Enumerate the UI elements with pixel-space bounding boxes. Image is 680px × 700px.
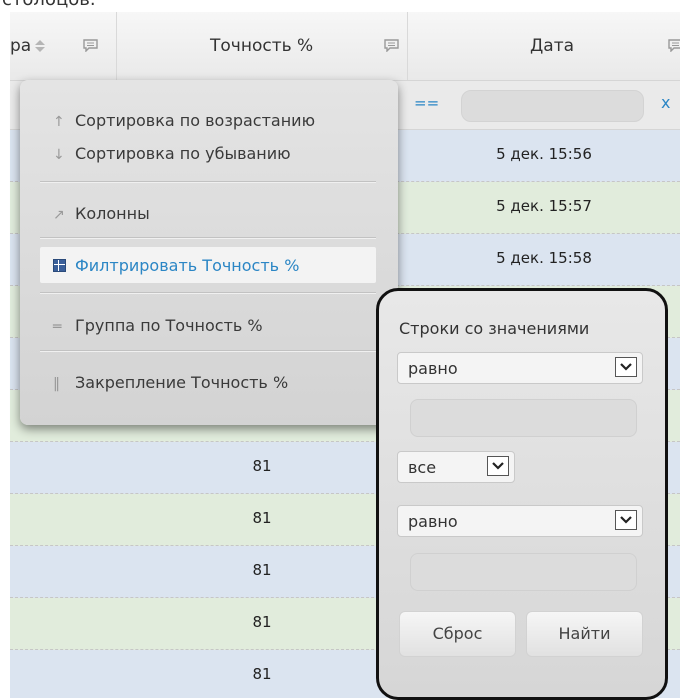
date-cell: 5 дек. 15:58 [496, 249, 592, 267]
column-header-accuracy[interactable]: Точность % [117, 12, 408, 80]
menu-item-sort-asc[interactable]: ↑ Сортировка по возрастанию [53, 111, 315, 130]
menu-separator [40, 292, 376, 294]
menu-item-label: Филтрировать Точность % [75, 256, 300, 275]
filter-operator[interactable]: == [414, 94, 439, 112]
grid-icon [53, 259, 66, 272]
arrow-down-icon: ↓ [53, 147, 65, 163]
column-header-label: ра [10, 36, 32, 56]
logic-select[interactable]: все [397, 451, 515, 483]
comment-icon[interactable] [668, 39, 680, 52]
arrow-up-icon: ↑ [53, 114, 65, 130]
chevron-down-icon[interactable] [487, 456, 509, 476]
comment-icon[interactable] [83, 39, 98, 52]
menu-separator [40, 350, 376, 352]
comment-icon[interactable] [384, 39, 399, 52]
date-filter-input[interactable] [461, 90, 644, 122]
chevron-down-icon[interactable] [615, 510, 637, 530]
pin-bars-icon: ‖ [53, 376, 60, 392]
filter-value-input-1[interactable] [410, 399, 637, 437]
date-cell: 5 дек. 15:56 [496, 145, 592, 163]
date-cell: 5 дек. 15:57 [496, 197, 592, 215]
accuracy-cell: 81 [252, 561, 272, 579]
column-header-label: Точность % [210, 36, 314, 56]
accuracy-cell: 81 [252, 665, 272, 683]
sort-icon[interactable] [34, 39, 46, 53]
column-header[interactable]: ра [10, 12, 117, 80]
select-value: равно [408, 512, 458, 531]
top-caption: столбцов. [0, 0, 202, 10]
menu-item-label: Сортировка по возрастанию [75, 111, 316, 130]
menu-item-group[interactable]: ═ Группа по Точность % [53, 316, 263, 335]
accuracy-cell: 81 [252, 457, 272, 475]
menu-item-label: Группа по Точность % [75, 316, 263, 335]
menu-item-label: Сортировка по убыванию [75, 144, 291, 163]
filter-submenu: Строки со значениями равно все равно Сбр… [376, 288, 668, 700]
menu-separator [40, 181, 376, 183]
menu-item-columns[interactable]: ↗ Колонны [53, 204, 150, 223]
reset-button[interactable]: Сброс [399, 611, 516, 657]
filter-value-input-2[interactable] [410, 553, 637, 591]
menu-item-label: Колонны [75, 204, 150, 223]
grid-header: ра Точность % Дата [10, 12, 680, 81]
operator-select-2[interactable]: равно [397, 505, 643, 537]
menu-item-filter[interactable]: Филтрировать Точность % [53, 256, 299, 275]
menu-item-pin[interactable]: ‖ Закрепление Точность % [53, 373, 288, 392]
accuracy-cell: 81 [252, 509, 272, 527]
column-header-date[interactable]: Дата [408, 12, 680, 80]
menu-item-label: Закрепление Точность % [75, 373, 289, 392]
filter-title: Строки со значениями [399, 319, 590, 338]
operator-select-1[interactable]: равно [397, 352, 643, 384]
column-context-menu: ↑ Сортировка по возрастанию ↓ Сортировка п… [20, 80, 398, 425]
select-value: все [408, 458, 437, 477]
accuracy-cell: 81 [252, 613, 272, 631]
chevron-down-icon[interactable] [615, 357, 637, 377]
equals-icon: ═ [53, 319, 62, 335]
external-link-icon: ↗ [53, 207, 65, 223]
find-button[interactable]: Найти [526, 611, 643, 657]
column-header-label: Дата [530, 36, 575, 56]
filter-clear-button[interactable]: x [661, 93, 670, 112]
menu-separator [40, 237, 376, 239]
menu-item-sort-desc[interactable]: ↓ Сортировка по убыванию [53, 144, 291, 163]
select-value: равно [408, 359, 458, 378]
